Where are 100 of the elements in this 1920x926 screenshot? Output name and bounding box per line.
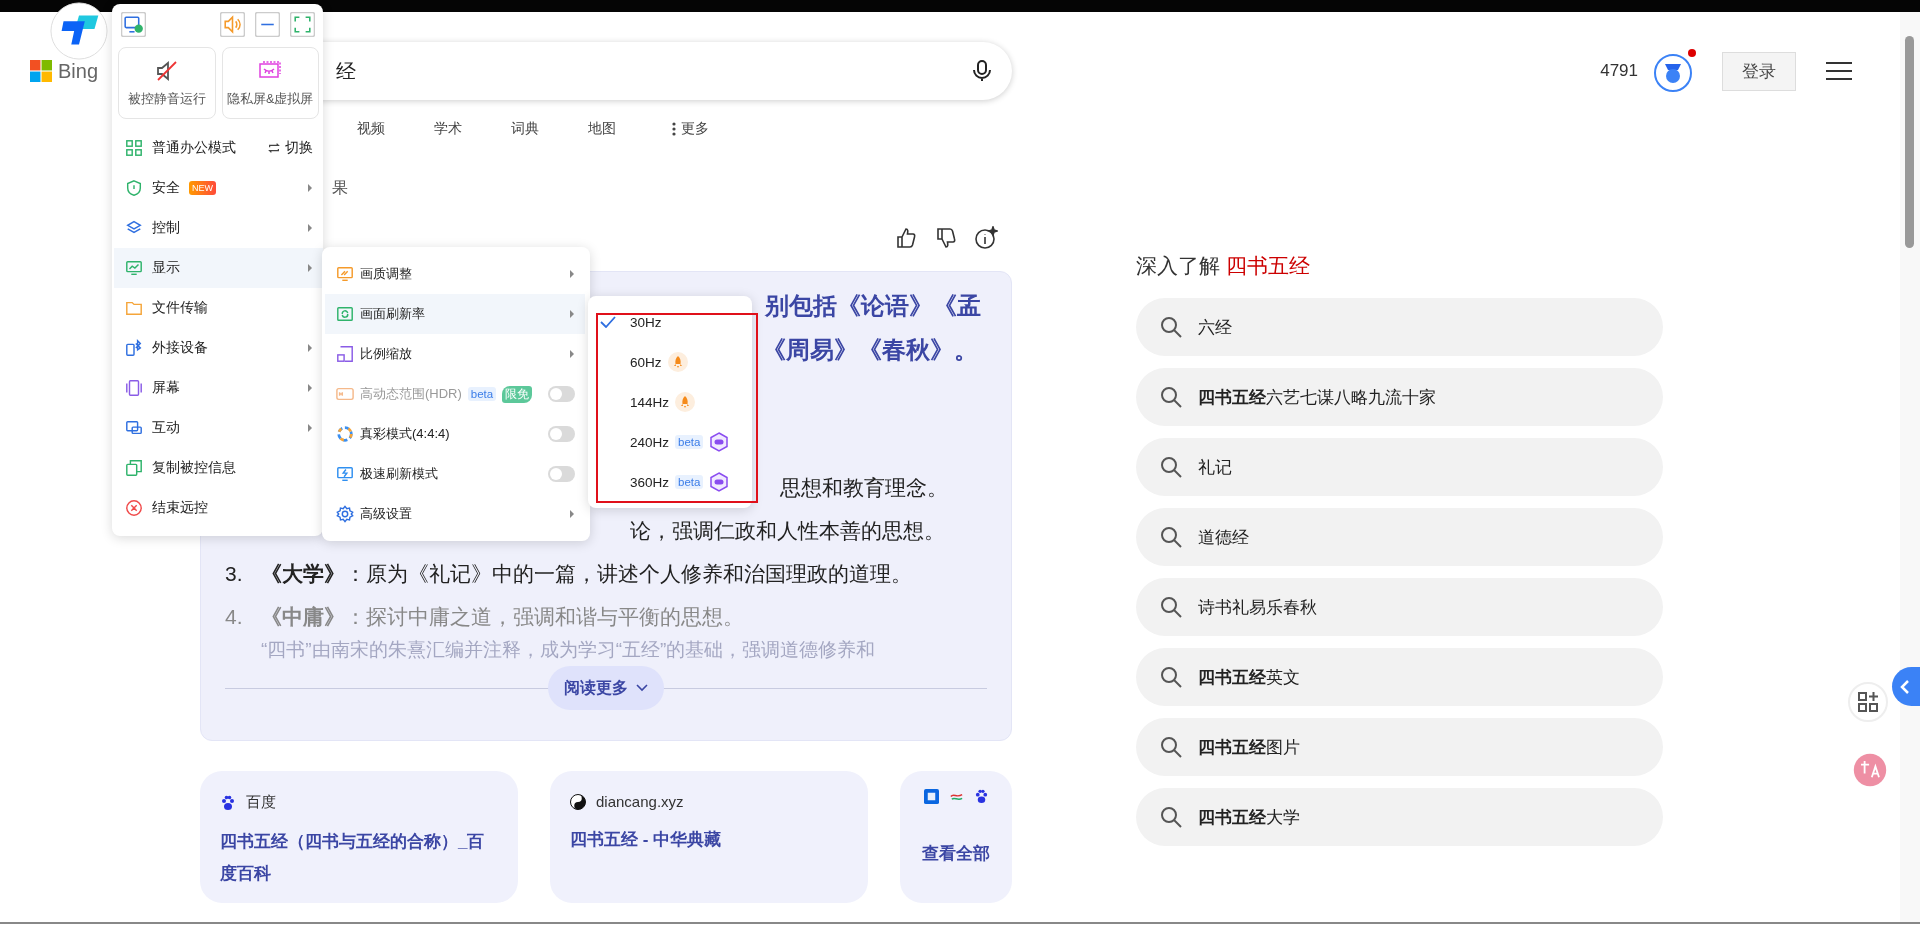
menu-item[interactable]: 安全 NEW [114, 168, 323, 208]
list-number: 4. [225, 604, 244, 630]
related-search-item[interactable]: 六经 [1136, 298, 1663, 356]
related-search-text: 六经 [1198, 316, 1232, 339]
hdr-icon [336, 385, 354, 403]
menu-item[interactable]: 屏幕 [114, 368, 323, 408]
refresh-rate-option[interactable]: 60Hz [588, 342, 752, 382]
related-search-text: 四书五经大学 [1198, 806, 1300, 829]
menu-tile[interactable]: 隐私屏&虚拟屏 [221, 47, 319, 119]
chevron-left-icon [1900, 678, 1910, 695]
menu-item-label: 屏幕 [152, 379, 180, 397]
list-item-text: 论，强调仁政和人性本善的思想。 [630, 518, 945, 544]
search-icon [1160, 456, 1182, 478]
refresh-rate-option[interactable]: 30Hz [588, 302, 752, 342]
rocket-icon [667, 352, 688, 372]
menu-item-label: 画面刷新率 [360, 305, 425, 323]
source-card[interactable]: diancang.xyz 四书五经 - 中华典藏 [550, 771, 868, 903]
menu-item[interactable]: 画质调整 [325, 254, 585, 294]
related-search-item[interactable]: 四书五经六艺七谋八略九流十家 [1136, 368, 1663, 426]
login-button[interactable]: 登录 [1722, 51, 1796, 91]
toggle-switch[interactable] [548, 426, 575, 442]
source-card[interactable]: 百度 四书五经（四书与五经的合称）_百度百科 [200, 771, 518, 903]
chat-icon [125, 419, 143, 437]
menu-item[interactable]: 真彩模式(4:4:4) [325, 414, 585, 454]
search-icon [1160, 526, 1182, 548]
nav-tab[interactable]: 词典 [511, 120, 588, 138]
menu-icon[interactable] [1826, 61, 1852, 81]
more-dots-icon [672, 122, 676, 136]
folder-icon [125, 299, 143, 317]
menu-item-label: 画质调整 [360, 265, 412, 283]
nav-tab[interactable]: 地图 [588, 120, 665, 138]
monitor-check-icon[interactable] [121, 12, 146, 37]
refresh-rate-option[interactable]: 240Hz beta [588, 422, 752, 462]
search-icon [1160, 666, 1182, 688]
menu-item[interactable]: 外接设备 [114, 328, 323, 368]
nav-tab[interactable]: 视频 [357, 120, 434, 138]
menu-item[interactable]: 复制被控信息 [114, 448, 323, 488]
apps-sparkle-icon[interactable] [1848, 682, 1888, 722]
grid-icon [125, 139, 143, 157]
remote-app-logo-icon[interactable] [50, 2, 108, 60]
new-badge: NEW [189, 181, 216, 195]
related-search-text: 四书五经六艺七谋八略九流十家 [1198, 386, 1436, 409]
thumbs-down-icon[interactable] [934, 226, 958, 250]
related-search-item[interactable]: 四书五经大学 [1136, 788, 1663, 846]
search-icon [1160, 386, 1182, 408]
toggle-switch[interactable] [548, 466, 575, 482]
submenu-arrow-icon [307, 383, 313, 393]
swap-icon [267, 141, 281, 155]
menu-item[interactable]: 普通办公模式 切换 [114, 128, 323, 168]
feature-badge: beta [467, 387, 497, 401]
nav-tab[interactable]: 学术 [434, 120, 511, 138]
submenu-arrow-icon [569, 509, 575, 519]
monitor-pen-icon [336, 265, 354, 283]
shield-icon [125, 179, 143, 197]
submenu-arrow-icon [569, 309, 575, 319]
info-sparkle-icon[interactable] [974, 226, 998, 250]
beta-badge: beta [675, 435, 704, 449]
side-panel-tab[interactable] [1892, 667, 1920, 706]
bing-logo-text[interactable]: Bing [58, 59, 99, 83]
feature-badge: 限免 [502, 385, 533, 403]
source-title[interactable]: 四书五经（四书与五经的合称）_百度百科 [220, 826, 498, 890]
menu-item-label: 安全 [152, 179, 180, 197]
settings-icon [336, 505, 354, 523]
menu-item-label: 极速刷新模式 [360, 465, 438, 483]
view-all-link[interactable]: 查看全部 [922, 838, 990, 870]
fullscreen-icon[interactable] [290, 12, 315, 37]
menu-item[interactable]: 结束远控 [114, 488, 323, 528]
aspect-icon [336, 345, 354, 363]
menu-item[interactable]: 控制 [114, 208, 323, 248]
yin-yang-icon [570, 793, 586, 810]
read-more-button[interactable]: 阅读更多 [548, 666, 664, 710]
paw-icon [220, 794, 236, 811]
thumbs-up-icon[interactable] [894, 226, 918, 250]
microphone-icon[interactable] [972, 59, 992, 83]
menu-item[interactable]: 比例缩放 [325, 334, 585, 374]
menu-item-label: 高动态范围(HDR) [360, 385, 462, 403]
related-search-item[interactable]: 四书五经英文 [1136, 648, 1663, 706]
menu-tile[interactable]: 被控静音运行 [118, 47, 216, 119]
source-title[interactable]: 四书五经 - 中华典藏 [570, 824, 848, 856]
menu-item[interactable]: 画面刷新率 [325, 294, 585, 334]
menu-item[interactable]: 高级设置 [325, 494, 585, 534]
refresh-rate-option[interactable]: 144Hz [588, 382, 752, 422]
submenu-arrow-icon [307, 263, 313, 273]
menu-item[interactable]: 极速刷新模式 [325, 454, 585, 494]
menu-item[interactable]: 文件传输 [114, 288, 323, 328]
menu-item[interactable]: 互动 [114, 408, 323, 448]
related-search-item[interactable]: 礼记 [1136, 438, 1663, 496]
scrollbar[interactable] [1900, 12, 1920, 922]
switch-link[interactable]: 切换 [267, 139, 313, 157]
reward-points[interactable]: 4791 [1600, 61, 1638, 81]
close-circle-icon [125, 499, 143, 517]
related-search-item[interactable]: 四书五经图片 [1136, 718, 1663, 776]
refresh-rate-label: 144Hz [630, 394, 670, 410]
view-all-card[interactable]: 查看全部 [900, 771, 1012, 903]
menu-item[interactable]: 显示 [114, 248, 323, 288]
related-search-item[interactable]: 诗书礼易乐春秋 [1136, 578, 1663, 636]
related-search-item[interactable]: 道德经 [1136, 508, 1663, 566]
nav-tab[interactable]: 更多 [672, 120, 749, 138]
paw-icon [973, 789, 989, 804]
medal-icon[interactable] [1652, 49, 1696, 93]
